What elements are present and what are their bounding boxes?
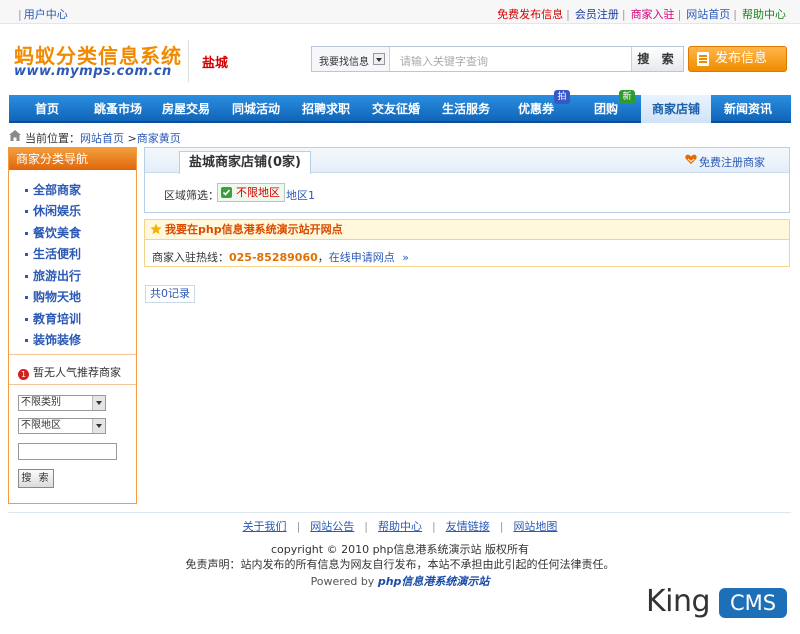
nav-item-merchant-shops[interactable]: 商家店铺 xyxy=(641,95,711,123)
powered-prefix: Powered by xyxy=(310,575,375,588)
nav-item-coupons-label: 优惠券 xyxy=(517,102,554,116)
result-count: 共0记录 xyxy=(145,285,195,303)
category-item[interactable]: 旅游出行 xyxy=(25,267,81,284)
search-button[interactable]: 搜 索 xyxy=(631,47,683,71)
area-filter-selected[interactable]: 不限地区 xyxy=(217,183,285,202)
top-links: 免费发布信息 | 会员注册 | 商家入驻 | 网站首页 | 帮助中心 xyxy=(497,8,786,21)
chevron-down-icon xyxy=(92,419,105,433)
hotline-prefix: 商家入驻热线： xyxy=(152,251,229,264)
category-select-value: 不限类别 xyxy=(21,397,61,408)
apply-branch-link[interactable]: 在线申请网点 xyxy=(329,251,395,264)
check-icon xyxy=(221,187,232,198)
nav-item-dating[interactable]: 交友征婚 xyxy=(361,95,431,123)
sidebar-title: 商家分类导航 xyxy=(9,148,136,170)
nav-item-groupbuy-label: 团购 xyxy=(593,102,618,116)
notice-text: 暂无人气推荐商家 xyxy=(33,366,121,379)
hotline-comma: ， xyxy=(317,251,329,264)
double-arrow-icon[interactable]: » xyxy=(402,251,409,264)
category-select[interactable]: 不限类别 xyxy=(18,395,106,411)
nav-item-housing[interactable]: 房屋交易 xyxy=(151,95,221,123)
top-link-home[interactable]: 网站首页 xyxy=(686,8,730,21)
footer-link-help[interactable]: 帮助中心 xyxy=(378,520,422,533)
footer-disclaimer: 免责声明：站内发布的所有信息为网友自行发布，本站不承担由此引起的任何法律责任。 xyxy=(185,558,615,571)
breadcrumb-home[interactable]: 网站首页 xyxy=(80,132,124,145)
area-filter-label: 区域筛选： xyxy=(164,189,219,202)
panel-title-tab[interactable]: 盐城商家店铺(0家) xyxy=(179,151,311,174)
breadcrumb-prefix: 当前位置： xyxy=(25,132,80,145)
footer-divider xyxy=(8,512,791,513)
sidebar-divider xyxy=(9,354,136,355)
document-icon xyxy=(697,52,709,66)
nav-item-jobs[interactable]: 招聘求职 xyxy=(291,95,361,123)
nav-item-flea-market[interactable]: 跳蚤市场 xyxy=(85,95,151,123)
logo-cms-text: CMS xyxy=(719,588,787,618)
logo-url[interactable]: www.mymps.com.cn xyxy=(14,64,172,79)
star-icon xyxy=(150,223,162,235)
open-branch-title-text: 我要在php信息港系统演示站开网点 xyxy=(165,223,343,236)
top-link-merchant-join[interactable]: 商家入驻 xyxy=(631,8,675,21)
post-info-label: 发布信息 xyxy=(715,51,768,66)
category-item[interactable]: 购物天地 xyxy=(25,288,81,305)
breadcrumb-separator: > xyxy=(127,132,137,145)
nav-badge-coupons: 拍 xyxy=(554,90,570,104)
category-item[interactable]: 教育培训 xyxy=(25,310,81,327)
nav-item-services[interactable]: 生活服务 xyxy=(431,95,501,123)
nav-item-home[interactable]: 首页 xyxy=(9,95,85,123)
search-type-label: 我要找信息 xyxy=(319,57,369,68)
footer-link-sitemap[interactable]: 网站地图 xyxy=(513,520,557,533)
chevron-down-icon xyxy=(92,396,105,410)
merchant-panel: 盐城商家店铺(0家) 免费注册商家 区域筛选： 不限地区 地区1 xyxy=(144,147,790,213)
footer-link-announcements[interactable]: 网站公告 xyxy=(310,520,354,533)
chevron-down-icon xyxy=(373,53,385,65)
footer-link-about[interactable]: 关于我们 xyxy=(243,520,287,533)
top-link-post[interactable]: 免费发布信息 xyxy=(497,8,563,21)
top-link-register[interactable]: 会员注册 xyxy=(575,8,619,21)
notice-number: 1 xyxy=(18,369,29,380)
free-register-label: 免费注册商家 xyxy=(699,156,765,169)
search-bar: 我要找信息 请输入关键字查询 搜 索 xyxy=(311,46,684,72)
popular-merchant-notice: 1 暂无人气推荐商家 xyxy=(18,364,121,380)
open-branch-title: 我要在php信息港系统演示站开网点 xyxy=(145,220,789,240)
search-type-select[interactable]: 我要找信息 xyxy=(312,47,390,71)
category-item[interactable]: 生活便利 xyxy=(25,245,81,262)
logo-divider xyxy=(188,40,189,82)
category-item[interactable]: 全部商家 xyxy=(25,181,81,198)
search-input[interactable]: 请输入关键字查询 xyxy=(392,47,630,71)
hotline-line: 商家入驻热线：025-85289060，在线申请网点 » xyxy=(152,249,409,265)
home-icon xyxy=(9,130,21,141)
current-city[interactable]: 盐城 xyxy=(202,52,228,71)
post-info-button[interactable]: 发布信息 xyxy=(688,46,787,72)
nav-badge-groupbuy: 新 xyxy=(619,90,635,104)
footer-copyright: copyright © 2010 php信息港系统演示站 版权所有 xyxy=(270,543,530,556)
category-item[interactable]: 餐饮美食 xyxy=(25,224,81,241)
area-filter-option[interactable]: 地区1 xyxy=(286,187,315,203)
category-item[interactable]: 装饰装修 xyxy=(25,331,81,348)
category-item[interactable]: 休闲娱乐 xyxy=(25,202,81,219)
area-filter-selected-label: 不限地区 xyxy=(236,186,280,199)
breadcrumb-current[interactable]: 商家黄页 xyxy=(137,132,181,145)
sidebar-divider xyxy=(9,384,136,385)
main-nav: 首页 跳蚤市场 房屋交易 同城活动 招聘求职 交友征婚 生活服务 优惠券 拍 团… xyxy=(9,90,791,123)
footer-link-friend-links[interactable]: 友情链接 xyxy=(446,520,490,533)
panel-header: 盐城商家店铺(0家) 免费注册商家 xyxy=(145,148,789,174)
top-link-help[interactable]: 帮助中心 xyxy=(742,8,786,21)
keyword-input[interactable] xyxy=(18,443,117,460)
area-select-value: 不限地区 xyxy=(21,420,61,431)
footer-links: 关于我们 | 网站公告 | 帮助中心 | 友情链接 | 网站地图 xyxy=(242,520,558,533)
free-register-link[interactable]: 免费注册商家 xyxy=(685,154,765,170)
logo-king-text: King xyxy=(646,584,711,619)
nav-item-events[interactable]: 同城活动 xyxy=(221,95,291,123)
sidebar: 商家分类导航 全部商家 休闲娱乐 餐饮美食 生活便利 旅游出行 购物天地 教育培… xyxy=(8,147,137,504)
nav-item-news[interactable]: 新闻资讯 xyxy=(711,95,785,123)
open-branch-notice: 我要在php信息港系统演示站开网点 商家入驻热线：025-85289060，在线… xyxy=(144,219,790,267)
user-center-link[interactable]: 用户中心 xyxy=(24,8,68,21)
sidebar-search-button[interactable]: 搜 索 xyxy=(18,469,54,488)
hotline-phone: 025-85289060 xyxy=(229,251,318,264)
powered-brand[interactable]: php信息港系统演示站 xyxy=(378,575,490,588)
top-left: | 用户中心 xyxy=(18,8,68,21)
area-select[interactable]: 不限地区 xyxy=(18,418,106,434)
top-bar: | 用户中心 免费发布信息 | 会员注册 | 商家入驻 | 网站首页 | 帮助中心 xyxy=(0,0,800,24)
handshake-icon xyxy=(685,154,697,164)
